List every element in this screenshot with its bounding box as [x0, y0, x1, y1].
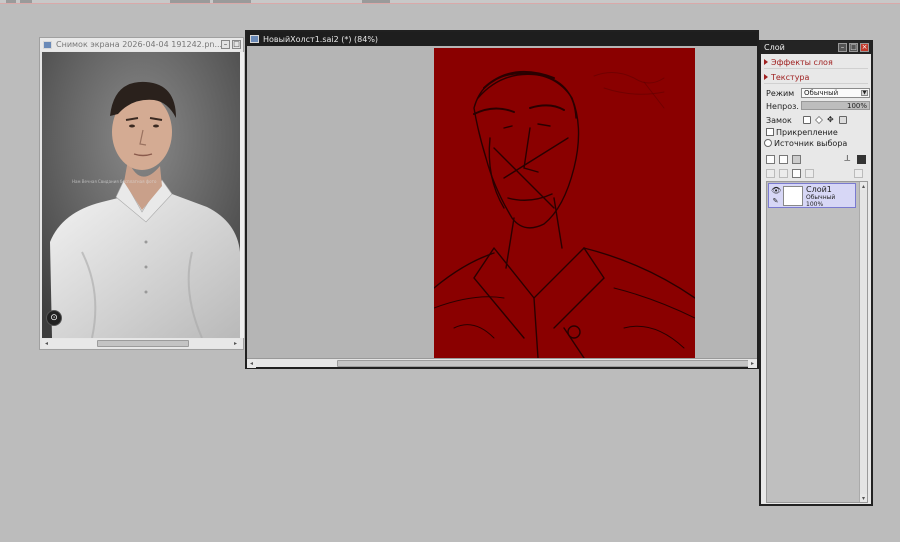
- scroll-up-arrow-icon[interactable]: ▴: [860, 182, 867, 190]
- layer-list[interactable]: 👁 ✎ Слой1 Обычный 100% ▴ ▾: [766, 181, 868, 503]
- maximize-icon[interactable]: □: [232, 40, 241, 49]
- chevron-down-icon[interactable]: ▼: [861, 90, 868, 96]
- photo-window-title: Снимок экрана 2026-04-04 191242.pn...: [56, 40, 223, 49]
- sketch-strokes: [434, 71, 695, 358]
- blend-mode-value: Обычный: [804, 89, 839, 97]
- new-pen-layer-icon[interactable]: [778, 154, 788, 164]
- canvas-window-title: НовыйХолст1.sai2 (*) (84%): [263, 34, 379, 44]
- selection-source-label: Источник выбора: [774, 138, 848, 148]
- app-top-strip: [0, 0, 900, 4]
- photo-scroll-thumb[interactable]: [97, 340, 189, 347]
- scroll-right-arrow-icon[interactable]: ▸: [748, 359, 757, 368]
- opacity-value: 100%: [846, 102, 867, 110]
- pen-icon[interactable]: ✎: [771, 197, 780, 206]
- toolbar-fragment: [20, 0, 32, 3]
- lens-search-icon[interactable]: ⊙: [46, 310, 62, 326]
- move-down-icon[interactable]: [766, 168, 775, 178]
- layer-thumbnail: [783, 186, 803, 206]
- texture-label: Текстура: [771, 72, 810, 82]
- close-icon[interactable]: ×: [860, 43, 869, 52]
- maximize-icon[interactable]: □: [849, 43, 858, 52]
- layer-effects-section[interactable]: Эффекты слоя: [764, 56, 868, 69]
- copy-layer-icon[interactable]: [792, 168, 801, 178]
- drawing-canvas[interactable]: [434, 48, 695, 358]
- expand-triangle-icon: [764, 59, 768, 65]
- layer-panel-title: Слой: [764, 43, 785, 52]
- scroll-left-arrow-icon[interactable]: ◂: [247, 359, 256, 368]
- portrait-photo-illustration: [42, 52, 240, 338]
- reference-photo-window[interactable]: Снимок экрана 2026-04-04 191242.pn... – …: [39, 37, 244, 350]
- opacity-slider[interactable]: 100%: [801, 101, 870, 110]
- layer-opacity: 100%: [806, 201, 824, 208]
- layer-blend-mode: Обычный: [806, 194, 836, 201]
- new-folder-icon[interactable]: [791, 154, 801, 164]
- layer-item-selected[interactable]: 👁 ✎ Слой1 Обычный 100%: [768, 183, 856, 208]
- delete-layer-icon[interactable]: [805, 168, 814, 178]
- layer-name: Слой1: [806, 185, 832, 194]
- scroll-left-arrow-icon[interactable]: ◂: [42, 339, 51, 348]
- layer-panel-titlebar[interactable]: Слой – □ ×: [761, 41, 871, 54]
- canvas-window[interactable]: НовыйХолст1.sai2 (*) (84%) ◂ ▸: [245, 30, 759, 369]
- lock-icons-group: ✥: [803, 116, 847, 124]
- image-file-icon: [43, 40, 52, 49]
- canvas-file-icon: [250, 35, 259, 43]
- toolbar-fragment: [213, 0, 251, 3]
- blend-mode-label: Режим: [766, 89, 795, 98]
- canvas-viewport[interactable]: [247, 46, 757, 358]
- toolbar-fragment: [6, 0, 16, 3]
- layer-toolbar-primary: ⟂: [766, 153, 870, 165]
- layer-link-icon[interactable]: [854, 168, 863, 178]
- minimize-icon[interactable]: –: [838, 43, 847, 52]
- minimize-icon[interactable]: –: [221, 40, 230, 49]
- selection-source-row[interactable]: Источник выбора: [764, 138, 847, 148]
- eye-icon[interactable]: 👁: [771, 186, 781, 195]
- blend-mode-row: Режим Обычный ▼: [766, 88, 870, 99]
- lock-transparency-icon[interactable]: [803, 116, 811, 124]
- lock-row: Замок ✥: [766, 115, 870, 125]
- reference-photo: Нам Вечная Свидания бесплатная фото ⊙: [42, 52, 240, 338]
- canvas-window-titlebar[interactable]: НовыйХолст1.sai2 (*) (84%): [247, 32, 757, 46]
- layer-mask-icon[interactable]: [857, 154, 866, 164]
- layer-panel[interactable]: Слой – □ × Эффекты слоя Текстура Режим О…: [759, 40, 873, 506]
- photo-watermark: Нам Вечная Свидания бесплатная фото: [72, 179, 157, 184]
- toolbar-fragment: [362, 0, 390, 3]
- expand-triangle-icon: [764, 74, 768, 80]
- photo-window-titlebar[interactable]: Снимок экрана 2026-04-04 191242.pn... – …: [40, 38, 243, 51]
- blend-mode-select[interactable]: Обычный ▼: [801, 88, 870, 98]
- clip-row[interactable]: Прикрепление: [766, 127, 838, 137]
- lock-move-icon[interactable]: ✥: [827, 116, 835, 124]
- lock-all-icon[interactable]: [839, 116, 847, 124]
- layer-effects-label: Эффекты слоя: [771, 57, 833, 67]
- merge-icon[interactable]: [779, 168, 788, 178]
- layer-list-scrollbar[interactable]: ▴ ▾: [859, 182, 867, 502]
- texture-section[interactable]: Текстура: [764, 71, 868, 84]
- photo-vertical-scrollbar[interactable]: [240, 52, 244, 338]
- layer-toolbar-secondary: [766, 167, 870, 179]
- selection-source-radio[interactable]: [764, 139, 772, 147]
- layer-transform-icon[interactable]: ⟂: [844, 154, 853, 164]
- clip-label: Прикрепление: [776, 127, 838, 137]
- new-layer-icon[interactable]: [766, 154, 775, 164]
- clip-checkbox[interactable]: [766, 128, 774, 136]
- photo-horizontal-scrollbar[interactable]: ◂ ▸: [42, 339, 240, 348]
- lock-label: Замок: [766, 115, 792, 125]
- opacity-row: Непроз. 100%: [766, 101, 870, 111]
- canvas-scroll-thumb[interactable]: [337, 360, 749, 367]
- lock-paint-icon[interactable]: [815, 116, 823, 124]
- toolbar-fragment: [170, 0, 210, 3]
- canvas-horizontal-scrollbar[interactable]: ◂ ▸: [247, 358, 757, 368]
- scroll-right-arrow-icon[interactable]: ▸: [231, 339, 240, 348]
- scroll-down-arrow-icon[interactable]: ▾: [860, 494, 867, 502]
- opacity-label: Непроз.: [766, 101, 799, 111]
